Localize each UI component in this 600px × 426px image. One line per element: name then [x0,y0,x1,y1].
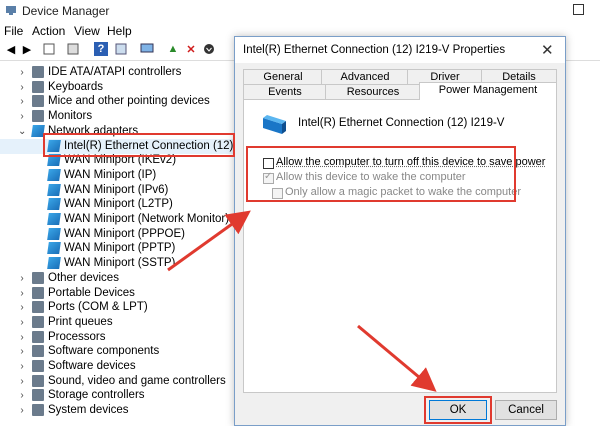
arrow-to-ok [357,324,437,392]
arrow-to-options [167,210,251,272]
tab-power-management[interactable]: Power Management [419,82,557,100]
annotation-arrows [167,210,437,392]
